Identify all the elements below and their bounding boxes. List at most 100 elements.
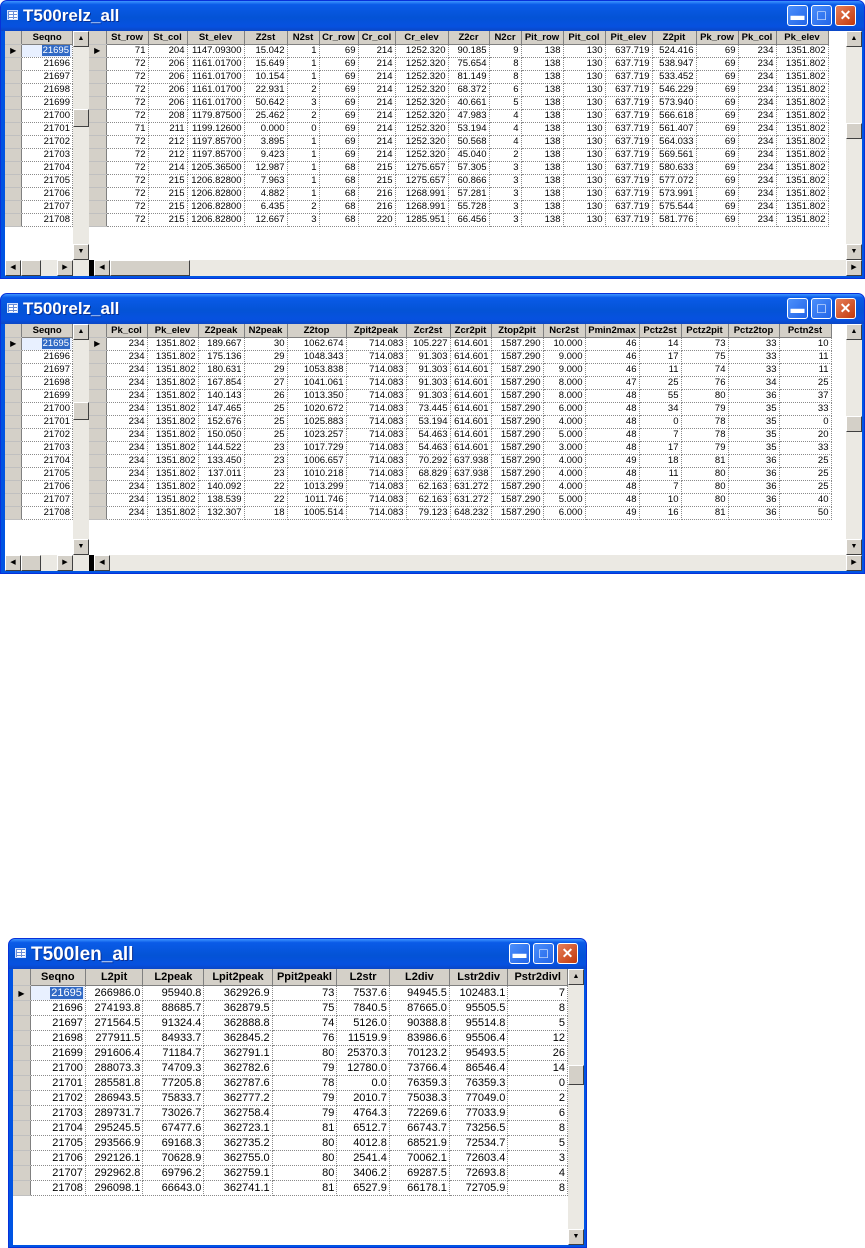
table-cell[interactable]: 72 xyxy=(106,96,149,110)
table-cell[interactable]: 293566.9 xyxy=(85,1135,144,1151)
table-cell[interactable]: 60.866 xyxy=(448,174,490,188)
column-header-lpit2peak[interactable]: Lpit2peak xyxy=(203,969,273,986)
scroll-thumb[interactable] xyxy=(110,260,190,276)
table-row[interactable]: 21705 293566.9 69168.3 362735.2 80 4012.8 6852… xyxy=(13,1135,568,1151)
table-cell[interactable]: 3 xyxy=(489,161,522,175)
table-cell[interactable]: 69287.5 xyxy=(389,1165,450,1181)
table-cell[interactable]: 80 xyxy=(681,480,729,494)
seqno-cell[interactable]: 21705 xyxy=(21,174,73,188)
table-cell[interactable]: 5 xyxy=(507,1135,568,1151)
seqno-cell[interactable]: 21699 xyxy=(21,96,73,110)
table-cell[interactable]: 5.000 xyxy=(543,428,586,442)
table-cell[interactable]: 4.000 xyxy=(543,467,586,481)
table-cell[interactable]: 72 xyxy=(106,187,149,201)
row-selector[interactable] xyxy=(13,1105,31,1121)
scroll-left-button[interactable]: ◀ xyxy=(5,555,21,571)
table-cell[interactable]: 1285.951 xyxy=(395,213,449,227)
table-cell[interactable]: 637.719 xyxy=(605,200,653,214)
table-cell[interactable]: 27 xyxy=(244,376,288,390)
row-selector[interactable] xyxy=(5,96,23,110)
table-cell[interactable]: 35 xyxy=(728,428,780,442)
table-cell[interactable]: 68 xyxy=(319,200,359,214)
table-cell[interactable]: 1351.802 xyxy=(776,44,829,58)
table-cell[interactable]: 36 xyxy=(728,506,780,520)
table-cell[interactable]: 46 xyxy=(585,337,640,351)
row-selector[interactable]: ▶ xyxy=(89,337,107,351)
table-cell[interactable]: 79 xyxy=(681,441,729,455)
row-selector[interactable] xyxy=(5,187,23,201)
table-cell[interactable]: 95493.5 xyxy=(449,1045,509,1061)
scroll-up-button[interactable]: ▲ xyxy=(73,31,89,47)
column-header-pstr2divl[interactable]: Pstr2divl xyxy=(507,969,568,986)
table-cell[interactable]: 1351.802 xyxy=(776,148,829,162)
table-row[interactable]: 21698 xyxy=(5,83,73,97)
table-cell[interactable]: 214 xyxy=(358,83,396,97)
table-cell[interactable]: 3 xyxy=(287,96,320,110)
table-row[interactable]: 21700 288073.3 74709.3 362782.6 79 12780.0 737… xyxy=(13,1060,568,1076)
row-selector[interactable] xyxy=(13,1150,31,1166)
row-selector[interactable]: ▶ xyxy=(13,985,31,1001)
table-cell[interactable]: 1587.290 xyxy=(491,441,544,455)
table-cell[interactable]: 1041.061 xyxy=(287,376,347,390)
table-cell[interactable]: 6.435 xyxy=(244,200,288,214)
table-row[interactable]: 21702 xyxy=(5,428,73,442)
minimize-button[interactable]: ▬ xyxy=(509,943,530,964)
table-cell[interactable]: 75 xyxy=(681,350,729,364)
table-cell[interactable]: 206 xyxy=(148,96,188,110)
table-cell[interactable]: 614.601 xyxy=(450,441,492,455)
table-row[interactable]: ▶ 71 204 1147.09300 15.042 1 69 214 1252.320 90.1… xyxy=(89,44,829,58)
seqno-cell[interactable]: 21706 xyxy=(21,187,73,201)
table-cell[interactable]: 215 xyxy=(148,200,188,214)
row-selector[interactable] xyxy=(13,1015,31,1031)
table-cell[interactable]: 16 xyxy=(639,506,682,520)
seqno-cell[interactable]: 21697 xyxy=(21,363,73,377)
table-row[interactable]: 72 206 1161.01700 15.649 1 69 214 1252.320 75.65… xyxy=(89,57,829,71)
table-cell[interactable]: 637.719 xyxy=(605,109,653,123)
table-cell[interactable]: 566.618 xyxy=(652,109,697,123)
row-selector[interactable] xyxy=(5,480,23,494)
table-cell[interactable]: 277911.5 xyxy=(85,1030,144,1046)
table-cell[interactable]: 81 xyxy=(681,506,729,520)
table-cell[interactable]: 49 xyxy=(585,454,640,468)
table-cell[interactable]: 234 xyxy=(738,109,777,123)
table-cell[interactable]: 11519.9 xyxy=(336,1030,390,1046)
seqno-cell[interactable]: 21708 xyxy=(30,1180,86,1196)
table-cell[interactable]: 234 xyxy=(106,441,148,455)
table-cell[interactable]: 75 xyxy=(272,1000,338,1016)
table-cell[interactable]: 8 xyxy=(507,1180,568,1196)
table-cell[interactable]: 12780.0 xyxy=(336,1060,390,1076)
seqno-cell[interactable]: 21700 xyxy=(21,402,73,416)
column-header-l2div[interactable]: L2div xyxy=(389,969,450,986)
seqno-cell[interactable]: 21699 xyxy=(21,389,73,403)
scroll-up-button[interactable]: ▲ xyxy=(846,31,862,47)
table-cell[interactable]: 69 xyxy=(319,57,359,71)
row-selector[interactable] xyxy=(5,174,23,188)
table-cell[interactable]: 1351.802 xyxy=(147,493,199,507)
table-row[interactable]: 21699 xyxy=(5,389,73,403)
column-header-l2str[interactable]: L2str xyxy=(336,969,390,986)
scroll-down-button[interactable]: ▼ xyxy=(73,244,89,260)
table-cell[interactable]: 91.303 xyxy=(406,350,451,364)
table-cell[interactable]: 29 xyxy=(244,363,288,377)
column-header-l2peak[interactable]: L2peak xyxy=(142,969,205,986)
table-cell[interactable]: 130 xyxy=(563,187,606,201)
table-cell[interactable]: 12.987 xyxy=(244,161,288,175)
table-cell[interactable]: 9.423 xyxy=(244,148,288,162)
row-selector[interactable] xyxy=(89,428,107,442)
table-cell[interactable]: 5126.0 xyxy=(336,1015,390,1031)
table-cell[interactable]: 362845.2 xyxy=(203,1030,273,1046)
minimize-button[interactable]: ▬ xyxy=(787,298,808,319)
table-cell[interactable]: 69 xyxy=(696,187,739,201)
table-row[interactable]: 234 1351.802 167.854 27 1041.061 714.083 91.30… xyxy=(89,376,832,390)
table-cell[interactable]: 47.983 xyxy=(448,109,490,123)
table-row[interactable]: 234 1351.802 150.050 25 1023.257 714.083 54.46… xyxy=(89,428,832,442)
table-cell[interactable]: 22 xyxy=(244,480,288,494)
table-cell[interactable]: 6512.7 xyxy=(336,1120,390,1136)
table-cell[interactable]: 1351.802 xyxy=(147,350,199,364)
table-cell[interactable]: 1268.991 xyxy=(395,200,449,214)
table-cell[interactable]: 73026.7 xyxy=(142,1105,205,1121)
table-cell[interactable]: 296098.1 xyxy=(85,1180,144,1196)
table-cell[interactable]: 14 xyxy=(639,337,682,351)
table-cell[interactable]: 234 xyxy=(738,213,777,227)
seqno-cell[interactable]: 21698 xyxy=(21,83,73,97)
